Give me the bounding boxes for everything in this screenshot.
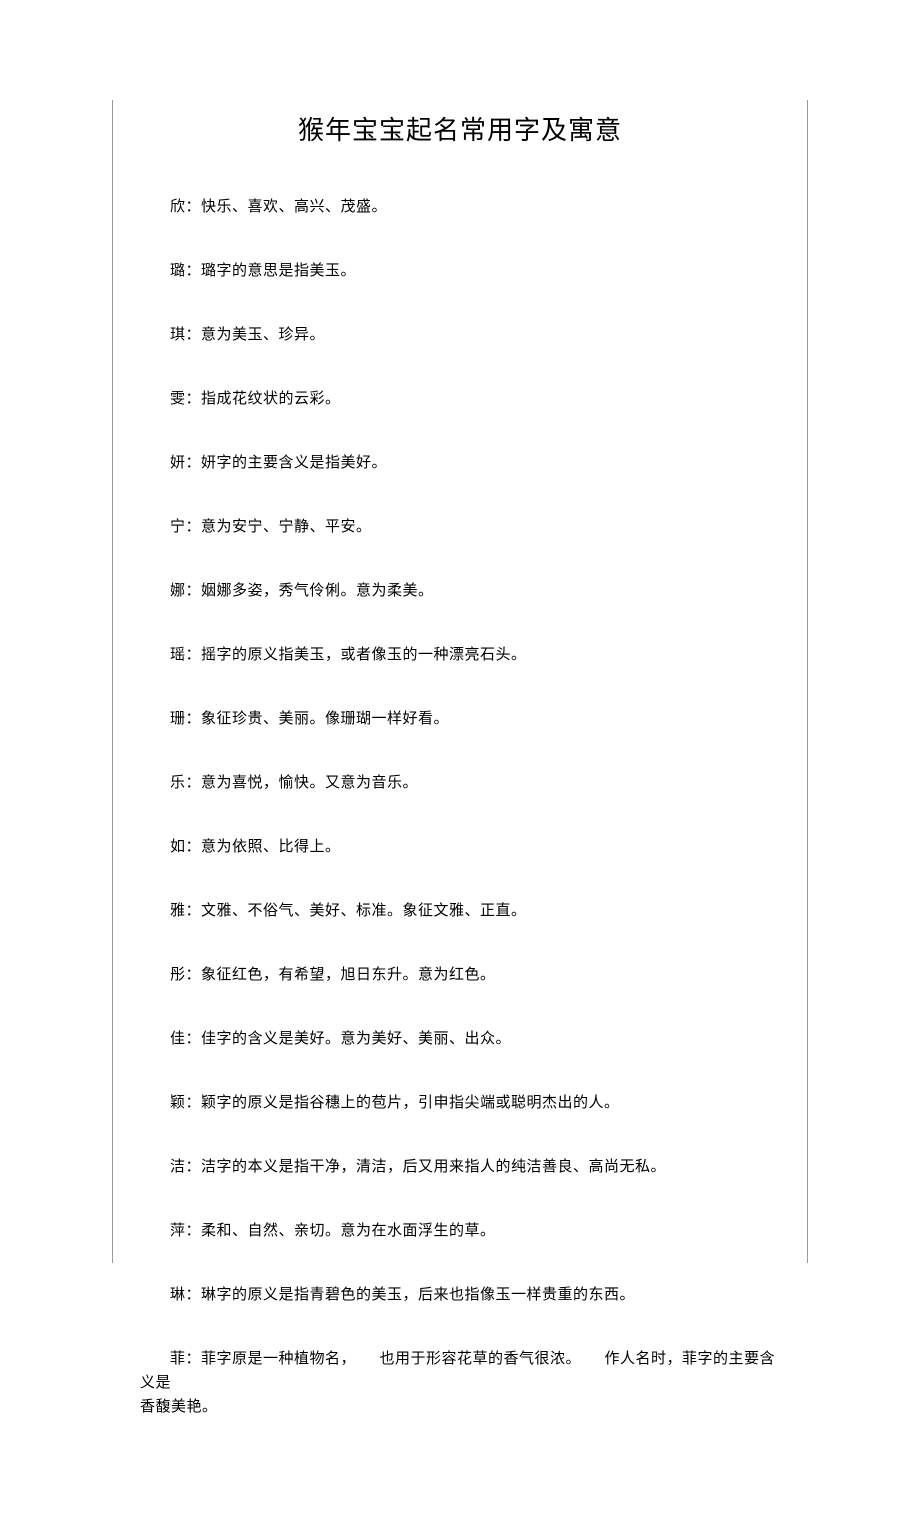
entry-item: 乐：意为喜悦，愉快。又意为音乐。 — [140, 771, 780, 795]
left-border — [112, 100, 113, 1263]
entry-item: 珊：象征珍贵、美丽。像珊瑚一样好看。 — [140, 707, 780, 731]
entry-item: 瑶：摇字的原义指美玉，或者像玉的一种漂亮石头。 — [140, 643, 780, 667]
entry-item: 欣：快乐、喜欢、高兴、茂盛。 — [140, 195, 780, 219]
entry-item: 雯：指成花纹状的云彩。 — [140, 387, 780, 411]
entry-last: 菲：菲字原是一种植物名， 也用于形容花草的香气很浓。 作人名时，菲字的主要含义是… — [140, 1347, 780, 1419]
right-border — [807, 100, 808, 1263]
entry-item: 琳：琳字的原义是指青碧色的美玉，后来也指像玉一样贵重的东西。 — [140, 1283, 780, 1307]
entry-item: 洁：洁字的本义是指干净，清洁，后又用来指人的纯洁善良、高尚无私。 — [140, 1155, 780, 1179]
entry-item: 彤：象征红色，有希望，旭日东升。意为红色。 — [140, 963, 780, 987]
entry-last-line1: 菲：菲字原是一种植物名， 也用于形容花草的香气很浓。 作人名时，菲字的主要含义是 — [140, 1347, 780, 1395]
entry-last-line2: 香馥美艳。 — [140, 1395, 780, 1419]
entry-item: 妍：妍字的主要含义是指美好。 — [140, 451, 780, 475]
entry-item: 颖：颖字的原义是指谷穗上的苞片，引申指尖端或聪明杰出的人。 — [140, 1091, 780, 1115]
page-title: 猴年宝宝起名常用字及寓意 — [140, 110, 780, 147]
entry-item: 娜：姻娜多姿，秀气伶俐。意为柔美。 — [140, 579, 780, 603]
entries-list: 欣：快乐、喜欢、高兴、茂盛。璐：璐字的意思是指美玉。琪：意为美玉、珍异。雯：指成… — [140, 195, 780, 1307]
entry-item: 如：意为依照、比得上。 — [140, 835, 780, 859]
entry-item: 琪：意为美玉、珍异。 — [140, 323, 780, 347]
entry-item: 萍：柔和、自然、亲切。意为在水面浮生的草。 — [140, 1219, 780, 1243]
entry-item: 宁：意为安宁、宁静、平安。 — [140, 515, 780, 539]
entry-item: 璐：璐字的意思是指美玉。 — [140, 259, 780, 283]
entry-item: 佳：佳字的含义是美好。意为美好、美丽、出众。 — [140, 1027, 780, 1051]
document-page: 猴年宝宝起名常用字及寓意 欣：快乐、喜欢、高兴、茂盛。璐：璐字的意思是指美玉。琪… — [0, 0, 920, 1519]
entry-item: 雅：文雅、不俗气、美好、标准。象征文雅、正直。 — [140, 899, 780, 923]
